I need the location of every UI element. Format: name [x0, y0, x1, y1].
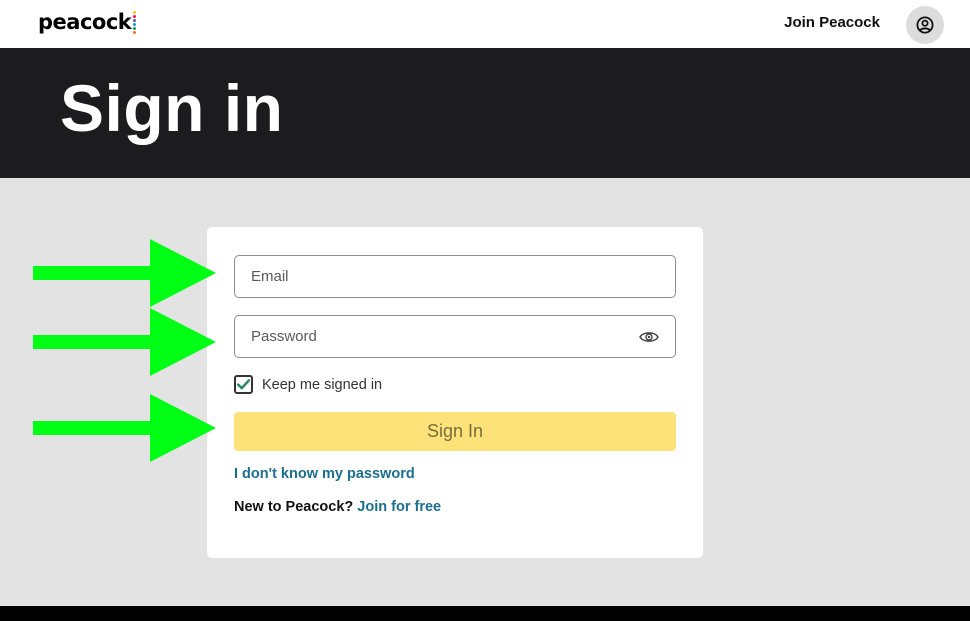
peacock-logo[interactable]: peacock — [38, 8, 137, 36]
right-arrow-icon — [33, 239, 216, 307]
keep-signed-in-row[interactable]: Keep me signed in — [234, 375, 382, 394]
email-field-wrapper — [234, 255, 676, 298]
hero-banner: Sign in — [0, 48, 970, 178]
logo-text: peacock — [38, 10, 132, 34]
user-circle-icon — [916, 16, 934, 34]
forgot-password-link[interactable]: I don't know my password — [234, 466, 415, 482]
footer-bar — [0, 606, 970, 621]
join-peacock-link[interactable]: Join Peacock — [784, 14, 880, 31]
sign-in-card: Keep me signed in Sign In I don't know m… — [207, 227, 703, 558]
join-for-free-link[interactable]: Join for free — [357, 499, 441, 515]
top-nav: peacock Join Peacock — [0, 0, 970, 48]
logo-dots — [133, 11, 137, 34]
right-arrow-icon — [33, 308, 216, 376]
password-field-wrapper — [234, 315, 676, 358]
new-user-prompt: New to Peacock? — [234, 499, 354, 515]
keep-signed-in-checkbox[interactable] — [234, 375, 253, 394]
account-button[interactable] — [906, 6, 944, 44]
password-input[interactable] — [235, 316, 675, 357]
sign-in-button[interactable]: Sign In — [234, 412, 676, 451]
logo-dot — [133, 23, 137, 26]
page-title: Sign in — [60, 71, 284, 145]
email-input[interactable] — [235, 256, 675, 297]
keep-signed-in-label: Keep me signed in — [262, 376, 383, 393]
logo-dot — [133, 15, 137, 18]
logo-dot — [133, 27, 137, 30]
logo-dot — [133, 31, 137, 34]
right-arrow-icon — [33, 394, 216, 462]
logo-dot — [133, 11, 137, 14]
new-user-row: New to Peacock? Join for free — [234, 499, 441, 515]
eye-icon[interactable] — [639, 330, 659, 344]
logo-dot — [133, 19, 137, 22]
checkmark-icon — [237, 379, 250, 390]
